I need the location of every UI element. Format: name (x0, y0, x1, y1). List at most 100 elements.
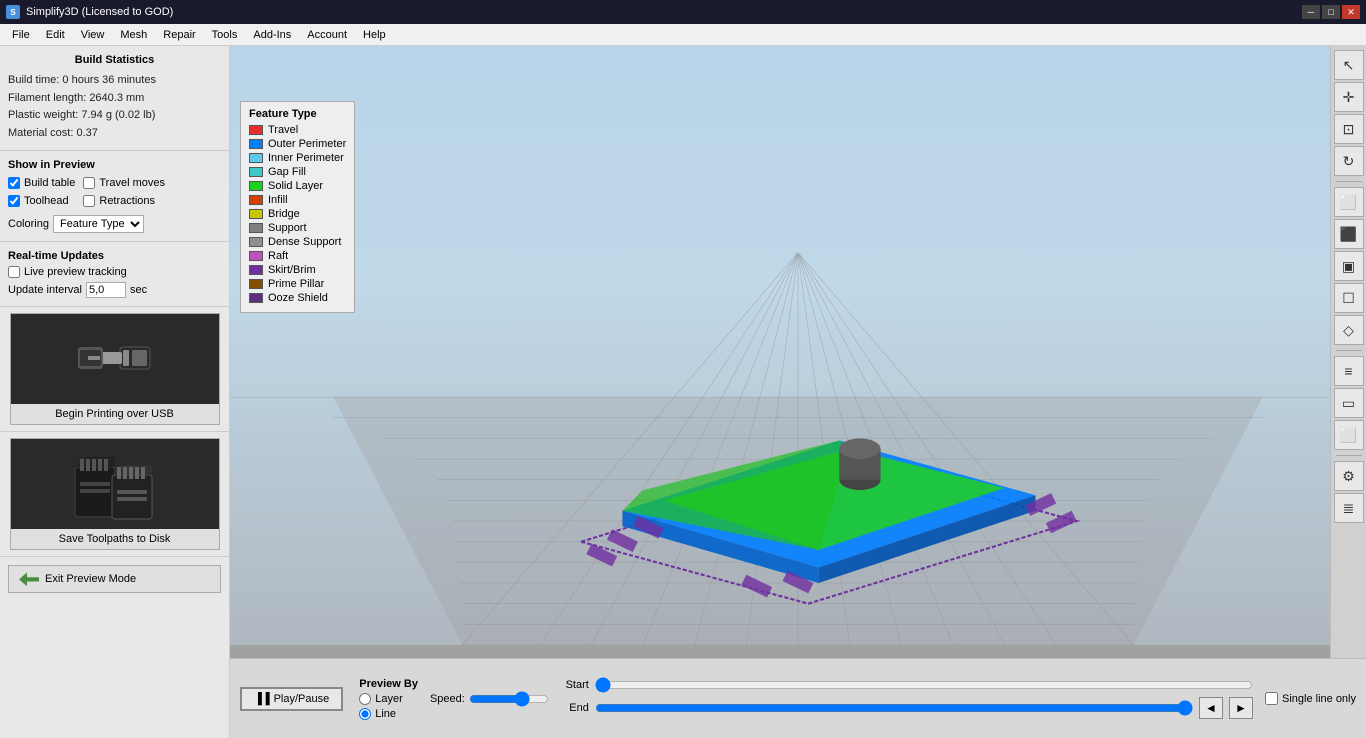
right-toolbar: ↖ ✛ ⊡ ↻ ⬜ ⬛ ▣ ☐ ◇ ≡ ▭ ⬜ ⚙ ≣ (1330, 46, 1366, 658)
sdcard-print-button[interactable]: Save Toolpaths to Disk (10, 438, 220, 550)
legend-color-swatch (249, 223, 263, 233)
travel-moves-checkbox[interactable] (83, 177, 95, 189)
settings-button[interactable]: ⚙ (1334, 461, 1364, 491)
legend-title: Feature Type (249, 108, 346, 120)
speed-label: Speed: (430, 693, 465, 705)
move-tool-button[interactable]: ✛ (1334, 82, 1364, 112)
exit-preview-label: Exit Preview Mode (45, 573, 136, 585)
build-table-checkbox-row: Build table (8, 177, 75, 189)
filament-length: Filament length: 2640.3 mm (8, 90, 221, 108)
retractions-checkbox[interactable] (83, 195, 95, 207)
prev-frame-button[interactable]: ◄ (1199, 697, 1223, 719)
usb-print-button[interactable]: Begin Printing over USB (10, 313, 220, 425)
plastic-weight: Plastic weight: 7.94 g (0.02 lb) (8, 107, 221, 125)
live-tracking-checkbox[interactable] (8, 266, 20, 278)
front-view-button[interactable]: ⬛ (1334, 219, 1364, 249)
flat-view-button[interactable]: ▭ (1334, 388, 1364, 418)
usb-btn-label: Begin Printing over USB (11, 404, 219, 424)
usb-print-section: Begin Printing over USB (0, 307, 229, 432)
legend-item-gap-fill: Gap Fill (249, 166, 346, 178)
legend-item-label: Outer Perimeter (268, 138, 346, 150)
menubar-item-tools[interactable]: Tools (204, 27, 246, 43)
legend-items: TravelOuter PerimeterInner PerimeterGap … (249, 124, 346, 304)
3d-viewport[interactable]: Preview Mode (230, 46, 1366, 658)
legend-item-dense-support: Dense Support (249, 236, 346, 248)
viewport-container: Preview Mode (230, 46, 1366, 738)
rotate-tool-button[interactable]: ↻ (1334, 146, 1364, 176)
menubar-item-view[interactable]: View (73, 27, 113, 43)
start-slider[interactable] (595, 679, 1253, 691)
legend-color-swatch (249, 251, 263, 261)
zoom-tool-button[interactable]: ⊡ (1334, 114, 1364, 144)
live-tracking-label: Live preview tracking (24, 266, 127, 278)
perspective-button[interactable]: ⬜ (1334, 187, 1364, 217)
start-end-section: Start End ◄ ► (561, 679, 1253, 719)
app-icon: S (6, 5, 20, 19)
sdcard-btn-label: Save Toolpaths to Disk (11, 529, 219, 549)
legend-item-label: Support (268, 222, 307, 234)
coloring-select[interactable]: Feature Type (53, 215, 144, 233)
toolbar-separator-1 (1336, 181, 1362, 182)
toolhead-checkbox[interactable] (8, 195, 20, 207)
legend-color-swatch (249, 195, 263, 205)
line-radio-label: Line (375, 708, 396, 720)
speed-slider[interactable] (469, 693, 549, 705)
close-button[interactable]: ✕ (1342, 5, 1360, 19)
cursor-tool-button[interactable]: ↖ (1334, 50, 1364, 80)
legend-item-label: Gap Fill (268, 166, 306, 178)
legend-color-swatch (249, 209, 263, 219)
legend-color-swatch (249, 265, 263, 275)
menubar-item-file[interactable]: File (4, 27, 38, 43)
box-view-button[interactable]: ⬜ (1334, 420, 1364, 450)
legend-color-swatch (249, 279, 263, 289)
iso-view-button[interactable]: ◇ (1334, 315, 1364, 345)
exit-preview-button[interactable]: Exit Preview Mode (8, 565, 221, 593)
play-pause-button[interactable]: ▐▐ Play/Pause (240, 687, 343, 711)
realtime-updates-title: Real-time Updates (8, 250, 221, 262)
play-pause-label: Play/Pause (274, 693, 330, 705)
exit-arrow-icon (19, 572, 39, 586)
legend-color-swatch (249, 167, 263, 177)
end-label: End (561, 702, 589, 714)
maximize-button[interactable]: □ (1322, 5, 1340, 19)
legend-item-bridge: Bridge (249, 208, 346, 220)
top-view-button[interactable]: ☐ (1334, 283, 1364, 313)
line-radio[interactable] (359, 708, 371, 720)
legend-item-travel: Travel (249, 124, 346, 136)
minimize-button[interactable]: ─ (1302, 5, 1320, 19)
menubar-item-account[interactable]: Account (299, 27, 355, 43)
usb-icon-svg (70, 322, 160, 397)
next-frame-button[interactable]: ► (1229, 697, 1253, 719)
grid-floor (230, 46, 1366, 645)
menubar-item-edit[interactable]: Edit (38, 27, 73, 43)
legend-item-ooze-shield: Ooze Shield (249, 292, 346, 304)
layers-button[interactable]: ≣ (1334, 493, 1364, 523)
layer-radio-row: Layer (359, 693, 418, 705)
menubar-item-add-ins[interactable]: Add-Ins (245, 27, 299, 43)
travel-moves-label: Travel moves (99, 177, 165, 189)
main-layout: Build Statistics Build time: 0 hours 36 … (0, 46, 1366, 738)
coloring-label: Coloring (8, 218, 49, 230)
menubar-item-repair[interactable]: Repair (155, 27, 203, 43)
end-slider[interactable] (595, 702, 1193, 714)
speed-section: Speed: (430, 693, 549, 705)
update-interval-input[interactable] (86, 282, 126, 298)
app-title: Simplify3D (Licensed to GOD) (26, 6, 173, 18)
legend-item-label: Prime Pillar (268, 278, 324, 290)
start-label: Start (561, 679, 589, 691)
sdcard-icon-svg (70, 447, 160, 522)
layer-view-button[interactable]: ≡ (1334, 356, 1364, 386)
legend-item-infill: Infill (249, 194, 346, 206)
side-view-button[interactable]: ▣ (1334, 251, 1364, 281)
build-table-checkbox[interactable] (8, 177, 20, 189)
retractions-label: Retractions (99, 195, 155, 207)
single-line-checkbox[interactable] (1265, 692, 1278, 705)
menubar-item-help[interactable]: Help (355, 27, 394, 43)
toolhead-checkbox-row: Toolhead (8, 195, 75, 207)
legend-color-swatch (249, 181, 263, 191)
build-statistics-section: Build Statistics Build time: 0 hours 36 … (0, 46, 229, 151)
menubar-item-mesh[interactable]: Mesh (112, 27, 155, 43)
layer-radio[interactable] (359, 693, 371, 705)
single-line-section: Single line only (1265, 692, 1356, 705)
build-statistics-title: Build Statistics (8, 54, 221, 66)
